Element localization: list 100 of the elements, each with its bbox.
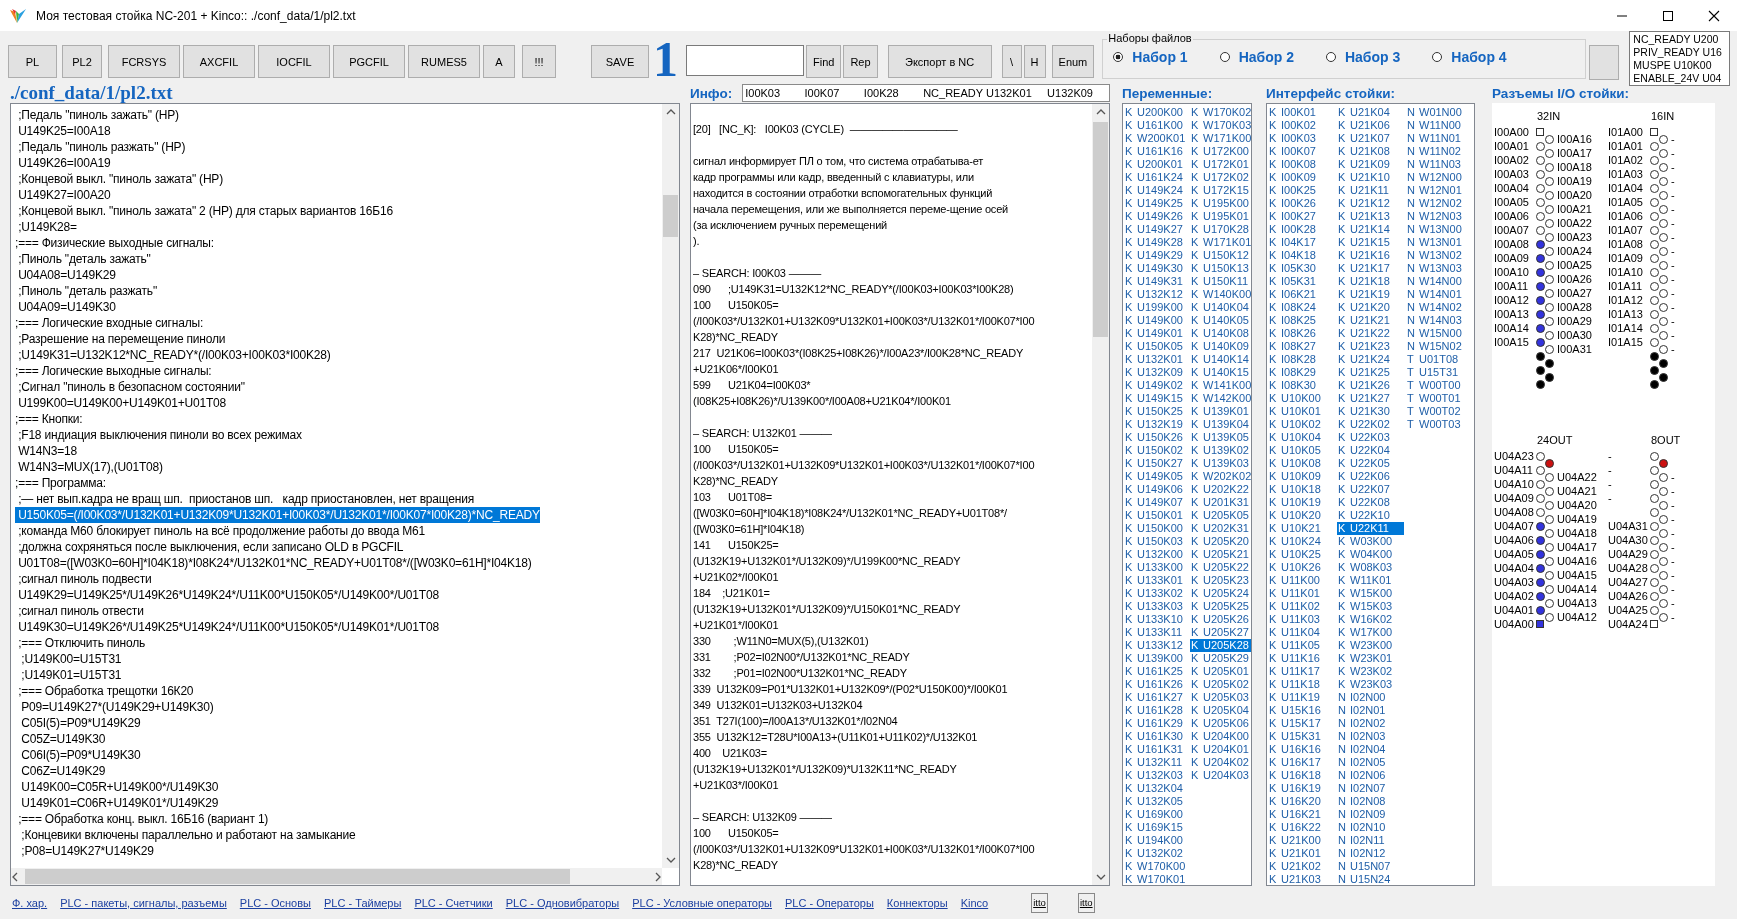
variable-item[interactable]: K U169K15 [1124, 821, 1188, 834]
signal-item[interactable]: K U16K17 [1268, 756, 1335, 769]
signal-item[interactable]: K U16K16 [1268, 743, 1335, 756]
save-button[interactable]: SAVE [591, 45, 649, 78]
signal-item[interactable]: K U10K25 [1268, 548, 1335, 561]
tool-button[interactable]: Rep [843, 45, 878, 78]
signal-item[interactable]: K U22K06 [1337, 470, 1404, 483]
code-editor[interactable] [10, 103, 680, 886]
variable-item[interactable]: K U205K21 [1190, 548, 1251, 561]
variable-item[interactable]: K U149K31 [1124, 275, 1188, 288]
variable-item[interactable]: K U132K01 [1124, 353, 1188, 366]
signal-item[interactable]: N W13N03 [1406, 262, 1473, 275]
variable-item[interactable]: K U172K01 [1190, 158, 1251, 171]
signal-item[interactable]: N W12N00 [1406, 171, 1473, 184]
signal-item[interactable]: K W23K00 [1337, 639, 1404, 652]
variable-item[interactable]: K U205K29 [1190, 652, 1251, 665]
file-button[interactable]: IOCFIL [258, 45, 330, 78]
signal-item[interactable]: K U10K18 [1268, 483, 1335, 496]
help-link[interactable]: PLC - Таймеры [324, 896, 402, 909]
chevron-right-icon[interactable] [654, 871, 662, 882]
variable-item[interactable]: K U150K26 [1124, 431, 1188, 444]
file-button[interactable]: PL [8, 45, 57, 78]
signal-item[interactable]: N I02N01 [1337, 704, 1404, 717]
variable-item[interactable]: K U132K11 [1124, 756, 1188, 769]
signal-item[interactable]: N W11N01 [1406, 132, 1473, 145]
variable-item[interactable]: K U161K16 [1124, 145, 1188, 158]
variable-item[interactable]: K U132K19 [1124, 418, 1188, 431]
variable-item[interactable]: K U205K20 [1190, 535, 1251, 548]
signal-item[interactable]: T W00T02 [1406, 405, 1473, 418]
variable-item[interactable]: K U150K01 [1124, 509, 1188, 522]
variable-item[interactable]: K W140K00 [1190, 288, 1251, 301]
variable-item[interactable]: K U132K05 [1124, 795, 1188, 808]
scrollbar-thumb[interactable] [663, 195, 678, 237]
signal-item[interactable]: K U22K02 [1337, 418, 1404, 431]
variable-item[interactable]: K U139K00 [1124, 652, 1188, 665]
signal-item[interactable]: N I02N12 [1337, 847, 1404, 860]
signal-item[interactable]: K I00K09 [1268, 171, 1335, 184]
variable-item[interactable]: K U150K27 [1124, 457, 1188, 470]
variable-item[interactable]: K U149K30 [1124, 262, 1188, 275]
variable-item[interactable]: K U205K02 [1190, 678, 1251, 691]
signal-item[interactable]: K U22K04 [1337, 444, 1404, 457]
variable-item[interactable]: K U139K02 [1190, 444, 1251, 457]
help-link[interactable]: Коннекторы [886, 896, 948, 909]
variable-item[interactable]: K U150K13 [1190, 262, 1251, 275]
signal-item[interactable]: K W15K03 [1337, 600, 1404, 613]
variable-item[interactable]: K U149K25 [1124, 197, 1188, 210]
file-button[interactable]: PL2 [62, 45, 102, 78]
variable-item[interactable]: K U149K07 [1124, 496, 1188, 509]
signal-item[interactable]: K U10K02 [1268, 418, 1335, 431]
variable-item[interactable]: K U133K03 [1124, 600, 1188, 613]
signal-item[interactable]: K U21K23 [1337, 340, 1404, 353]
variable-item[interactable]: K U150K25 [1124, 405, 1188, 418]
signal-item[interactable]: N I02N02 [1337, 717, 1404, 730]
tab[interactable]: itto [1031, 892, 1048, 913]
variable-item[interactable]: K U204K03 [1190, 769, 1251, 782]
signal-item[interactable]: K U21K27 [1337, 392, 1404, 405]
signal-item[interactable]: K U21K24 [1337, 353, 1404, 366]
signal-item[interactable]: K I08K29 [1268, 366, 1335, 379]
signal-item[interactable]: K U10K19 [1268, 496, 1335, 509]
variable-item[interactable]: K W170K01 [1124, 873, 1188, 885]
signal-item[interactable]: T U15T31 [1406, 366, 1473, 379]
tab[interactable]: itto [1077, 892, 1095, 913]
signal-item[interactable]: K I00K07 [1268, 145, 1335, 158]
signal-item[interactable]: K I06K21 [1268, 288, 1335, 301]
signal-item[interactable]: K U21K11 [1337, 184, 1404, 197]
variable-item[interactable]: K U205K01 [1190, 665, 1251, 678]
variable-item[interactable]: K U169K00 [1124, 808, 1188, 821]
signal-item[interactable]: K W08K03 [1337, 561, 1404, 574]
signal-item[interactable]: K U10K09 [1268, 470, 1335, 483]
variable-item[interactable]: K U150K03 [1124, 535, 1188, 548]
variable-item[interactable]: K U202K22 [1190, 483, 1251, 496]
signal-item[interactable]: K U10K26 [1268, 561, 1335, 574]
signal-item[interactable]: K W23K01 [1337, 652, 1404, 665]
variable-item[interactable]: K W171K00 [1190, 132, 1251, 145]
chevron-up-icon[interactable] [1095, 108, 1106, 116]
file-button[interactable]: A [483, 45, 515, 78]
variable-item[interactable]: K U132K12 [1124, 288, 1188, 301]
variable-item[interactable]: K U149K00 [1124, 314, 1188, 327]
signal-item[interactable]: K I00K02 [1268, 119, 1335, 132]
signal-item[interactable]: K W15K00 [1337, 587, 1404, 600]
variable-item[interactable]: K U140K09 [1190, 340, 1251, 353]
vertical-scrollbar[interactable] [1092, 104, 1109, 885]
signal-item[interactable]: K U21K08 [1337, 145, 1404, 158]
variable-item[interactable]: K U133K01 [1124, 574, 1188, 587]
variable-item[interactable]: K U133K00 [1124, 561, 1188, 574]
variable-item[interactable]: K U161K00 [1124, 119, 1188, 132]
variable-item[interactable]: K U202K31 [1190, 522, 1251, 535]
signal-item[interactable]: N I02N07 [1337, 782, 1404, 795]
variable-item[interactable]: K U161K24 [1124, 171, 1188, 184]
variable-item[interactable]: K W202K02 [1190, 470, 1251, 483]
variable-item[interactable]: K U205K26 [1190, 613, 1251, 626]
variable-item[interactable]: K U139K03 [1190, 457, 1251, 470]
variable-item[interactable]: K U205K03 [1190, 691, 1251, 704]
signal-item[interactable]: K I08K24 [1268, 301, 1335, 314]
signal-item[interactable]: K U11K03 [1268, 613, 1335, 626]
file-button[interactable]: RUMES5 [408, 45, 480, 78]
variable-item[interactable]: K U132K04 [1124, 782, 1188, 795]
signal-item[interactable]: K U22K10 [1337, 509, 1404, 522]
variable-item[interactable]: K U139K01 [1190, 405, 1251, 418]
signal-item[interactable]: K U21K03 [1268, 873, 1335, 885]
